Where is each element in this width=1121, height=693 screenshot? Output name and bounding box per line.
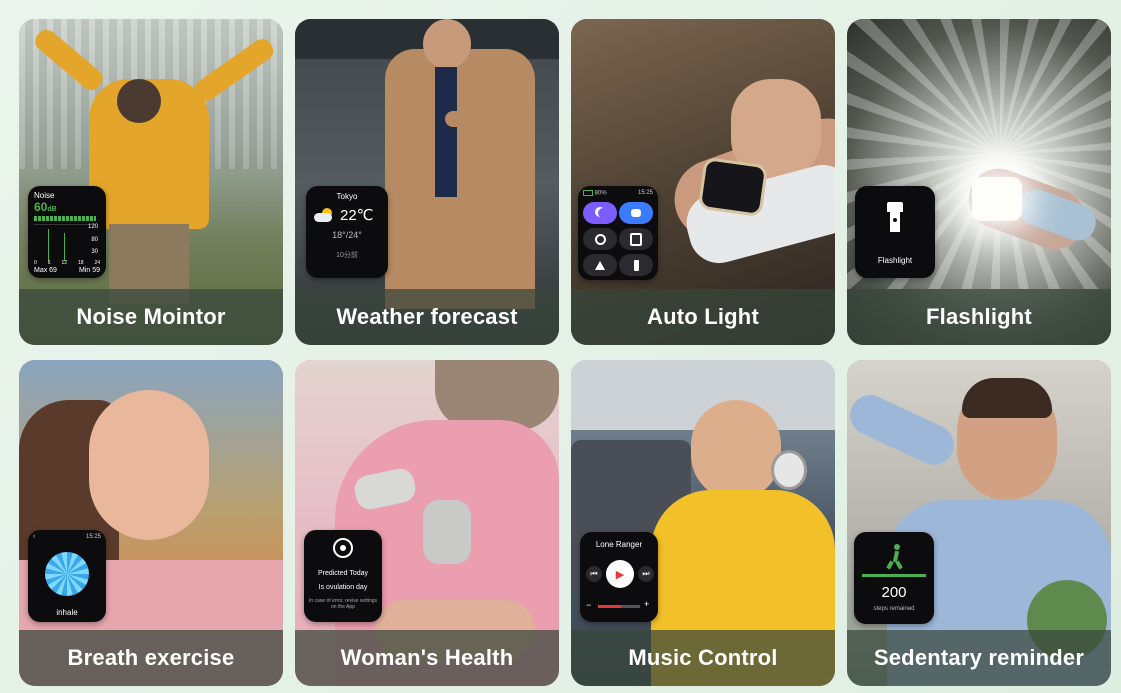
noise-chart: 120 80 30: [34, 224, 98, 261]
watch-weather-screen: Tokyo 22℃ 18°/24° 10分前: [306, 186, 388, 278]
card-flashlight[interactable]: Flashlight Flashlight: [847, 19, 1111, 345]
progress-bar: [862, 574, 926, 577]
watch-sedentary-screen: 200 steps remained: [854, 532, 934, 624]
volume-slider[interactable]: [598, 605, 640, 608]
flower-icon: [333, 538, 353, 558]
partly-cloudy-icon: [314, 208, 334, 222]
watch-flashlight-screen: Flashlight: [855, 186, 935, 278]
steps-label: steps remained: [873, 606, 915, 612]
card-weather-forecast[interactable]: Tokyo 22℃ 18°/24° 10分前 Weather forecast: [295, 19, 559, 345]
card-caption: Flashlight: [847, 289, 1111, 345]
weather-range: 18°/24°: [332, 230, 362, 240]
card-auto-light[interactable]: 80% 15:25 Auto Light: [571, 19, 835, 345]
card-caption: Noise Mointor: [19, 289, 283, 345]
steps-count: 200: [881, 584, 907, 601]
card-caption: Weather forecast: [295, 289, 559, 345]
volume-down-icon[interactable]: −: [586, 600, 591, 610]
flower-animation-icon: [45, 552, 89, 596]
card-caption: Breath exercise: [19, 630, 283, 686]
volume-up-icon[interactable]: +: [644, 599, 649, 609]
moon-icon[interactable]: [583, 202, 617, 224]
health-status: Is ovulation day: [318, 584, 368, 591]
weather-updated: 10分前: [336, 252, 358, 259]
watch-music-screen: Lone Ranger ⏮ ▶ ⏭ − +: [580, 532, 658, 622]
play-pause-icon[interactable]: ▶: [606, 560, 634, 588]
walking-person-icon: [882, 544, 906, 570]
noise-value: 60dB: [34, 200, 57, 214]
noise-x-labels: 0 6 12 18 24: [34, 260, 100, 266]
next-track-icon[interactable]: ⏭: [638, 566, 654, 582]
card-music-control[interactable]: Lone Ranger ⏮ ▶ ⏭ − + Music Control: [571, 360, 835, 686]
noise-title: Noise: [34, 191, 55, 200]
card-caption: Auto Light: [571, 289, 835, 345]
card-noise-monitor[interactable]: Noise 60dB 120 80 30 0 6 12 18 24 Max 69 Min …: [19, 19, 283, 345]
noise-min-max: Max 69 Min 59: [34, 267, 100, 274]
track-title: Lone Ranger: [595, 540, 643, 549]
health-title: Predicted Today: [317, 570, 369, 577]
card-caption: Woman's Health: [295, 630, 559, 686]
flashlight-icon: [887, 202, 903, 212]
weather-city: Tokyo: [336, 192, 358, 201]
watch-breath-screen: ‹ 15:25 inhale: [28, 530, 106, 622]
battery-indicator: 80%: [583, 190, 607, 197]
time-readout: 15:25: [85, 534, 101, 540]
noise-level-bar: [34, 216, 96, 221]
card-caption: Music Control: [571, 630, 835, 686]
flashlight-icon[interactable]: [619, 254, 653, 276]
card-breath-exercise[interactable]: ‹ 15:25 inhale Breath exercise: [19, 360, 283, 686]
time-readout: 15:25: [637, 190, 653, 196]
watch-health-screen: Predicted Today Is ovulation day In case…: [304, 530, 382, 622]
health-note: In case of error, revise settings on the…: [308, 598, 378, 611]
brightness-icon[interactable]: [583, 228, 617, 250]
watch-control-center-screen: 80% 15:25: [578, 186, 658, 280]
bell-icon[interactable]: [583, 254, 617, 276]
card-womans-health[interactable]: Predicted Today Is ovulation day In case…: [295, 360, 559, 686]
weather-temp: 22℃: [340, 207, 374, 224]
breath-label: inhale: [56, 608, 78, 617]
watch-noise-screen: Noise 60dB 120 80 30 0 6 12 18 24 Max 69 Min …: [28, 186, 106, 278]
back-icon[interactable]: ‹: [33, 533, 35, 540]
flashlight-label: Flashlight: [877, 256, 913, 265]
previous-track-icon[interactable]: ⏮: [586, 566, 602, 582]
card-caption: Sedentary reminder: [847, 630, 1111, 686]
card-sedentary-reminder[interactable]: 200 steps remained Sedentary reminder: [847, 360, 1111, 686]
wash-icon[interactable]: [619, 202, 653, 224]
feature-grid: Noise 60dB 120 80 30 0 6 12 18 24 Max 69 Min …: [0, 0, 1121, 693]
lock-icon[interactable]: [619, 228, 653, 250]
